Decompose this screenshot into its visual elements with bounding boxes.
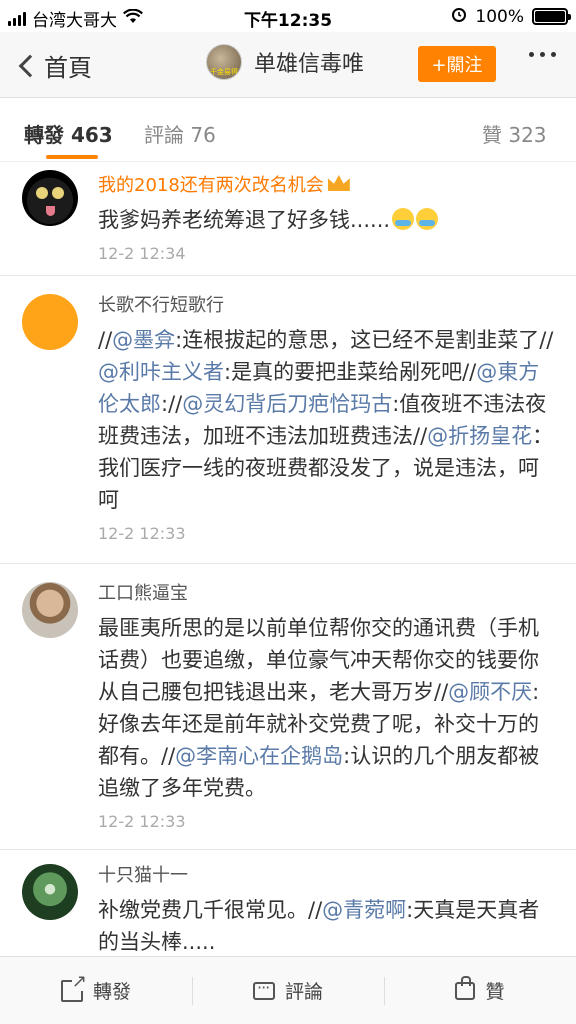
avatar-caption: 千金易得 bbox=[210, 68, 238, 76]
mention-link[interactable]: @利咔主义者 bbox=[98, 360, 224, 384]
user-name[interactable]: 十只猫十一 bbox=[98, 864, 558, 888]
comment-text: //@墨弇:连根拔起的意思，这已经不是割韭菜了// @利咔主义者:是真的要把韭菜给… bbox=[98, 324, 558, 516]
back-label: 首頁 bbox=[44, 54, 92, 82]
alarm-icon bbox=[451, 6, 467, 27]
tab-likes[interactable]: 贊 323 bbox=[482, 119, 547, 148]
repost-list: 我的2018还有两次改名机会 我爹妈养老统筹退了好多钱...... 12-2 1… bbox=[0, 162, 576, 990]
comment-text-segment: 补缴党费几千很常见。// bbox=[98, 898, 323, 922]
repost-button[interactable]: 轉發 bbox=[0, 957, 192, 1024]
status-bar: 台湾大哥大 下午12:35 100% bbox=[0, 0, 576, 32]
comment-button[interactable]: 評論 bbox=[192, 957, 384, 1024]
user-name-text: 我的2018还有两次改名机会 bbox=[98, 175, 324, 196]
back-button[interactable]: 首頁 bbox=[18, 48, 92, 83]
user-name[interactable]: 工口熊逼宝 bbox=[98, 582, 558, 606]
bottom-toolbar: 轉發 評論 贊 bbox=[0, 956, 576, 1024]
list-item[interactable]: 工口熊逼宝 最匪夷所思的是以前单位帮你交的通讯费（手机话费）也要追缴，单位豪气冲… bbox=[0, 564, 576, 850]
tab-bar: 轉發 463 評論 76 贊 323 bbox=[0, 99, 576, 161]
mention-link[interactable]: @顾不厌 bbox=[448, 680, 532, 704]
comment-text-segment: :// bbox=[161, 392, 183, 416]
mention-link[interactable]: @折扬皇花 bbox=[427, 424, 532, 448]
more-icon[interactable] bbox=[529, 52, 556, 57]
nav-bar: 首頁 千金易得 单雄信毒唯 +關注 bbox=[0, 32, 576, 98]
tab-indicator bbox=[46, 155, 98, 159]
comment-text-segment: :是真的要把韭菜给剐死吧// bbox=[224, 360, 477, 384]
timestamp: 12-2 12:33 bbox=[98, 812, 186, 831]
crown-icon bbox=[327, 175, 350, 191]
mention-link[interactable]: @灵幻背后刀疤恰玛古 bbox=[182, 392, 392, 416]
share-icon bbox=[60, 972, 87, 1002]
timestamp: 12-2 12:34 bbox=[98, 244, 186, 263]
avatar[interactable] bbox=[22, 582, 78, 638]
comment-text-segment: // bbox=[98, 328, 113, 352]
timestamp: 12-2 12:33 bbox=[98, 524, 186, 543]
thumbs-up-icon bbox=[455, 975, 476, 1000]
mention-link[interactable]: @墨弇 bbox=[112, 328, 175, 352]
status-right: 100% bbox=[451, 6, 571, 27]
battery-icon bbox=[532, 8, 571, 25]
avatar[interactable] bbox=[22, 864, 78, 920]
repost-label: 轉發 bbox=[92, 981, 131, 1003]
crying-laugh-emoji-icon bbox=[392, 208, 415, 230]
like-label: 贊 bbox=[485, 981, 505, 1003]
nav-user[interactable]: 千金易得 单雄信毒唯 bbox=[206, 44, 364, 80]
tab-repost[interactable]: 轉發 463 bbox=[24, 119, 113, 148]
comment-text-content: 我爹妈养老统筹退了好多钱...... bbox=[98, 208, 391, 232]
comment-text: 最匪夷所思的是以前单位帮你交的通讯费（手机话费）也要追缴，单位豪气冲天帮你交的钱… bbox=[98, 612, 558, 804]
comment-icon bbox=[252, 978, 275, 1000]
list-item[interactable]: 长歌不行短歌行 //@墨弇:连根拔起的意思，这已经不是割韭菜了// @利咔主义者:… bbox=[0, 276, 576, 564]
comment-text: 我爹妈养老统筹退了好多钱...... bbox=[98, 204, 558, 236]
follow-button[interactable]: +關注 bbox=[418, 46, 496, 82]
comment-text-segment: :连根拔起的意思，这已经不是割韭菜了// bbox=[175, 328, 554, 352]
comment-label: 評論 bbox=[284, 981, 323, 1003]
user-name[interactable]: 我的2018还有两次改名机会 bbox=[98, 174, 558, 198]
chevron-left-icon bbox=[18, 54, 42, 77]
avatar[interactable] bbox=[22, 294, 78, 350]
list-item[interactable]: 我的2018还有两次改名机会 我爹妈养老统筹退了好多钱...... 12-2 1… bbox=[0, 162, 576, 276]
avatar[interactable] bbox=[22, 170, 78, 226]
battery-percent: 100% bbox=[475, 6, 524, 27]
mention-link[interactable]: @李南心在企鹅岛 bbox=[175, 744, 343, 768]
comment-text: 补缴党费几千很常见。//@青菀啊:天真是天真者的当头棒..... bbox=[98, 894, 558, 958]
crying-laugh-emoji-icon bbox=[416, 208, 439, 230]
page-title: 单雄信毒唯 bbox=[254, 52, 365, 77]
like-button[interactable]: 贊 bbox=[384, 957, 576, 1024]
user-name[interactable]: 长歌不行短歌行 bbox=[98, 294, 558, 318]
tab-comments[interactable]: 評論 76 bbox=[144, 119, 216, 148]
mention-link[interactable]: @青菀啊 bbox=[322, 898, 406, 922]
avatar[interactable]: 千金易得 bbox=[206, 44, 242, 80]
